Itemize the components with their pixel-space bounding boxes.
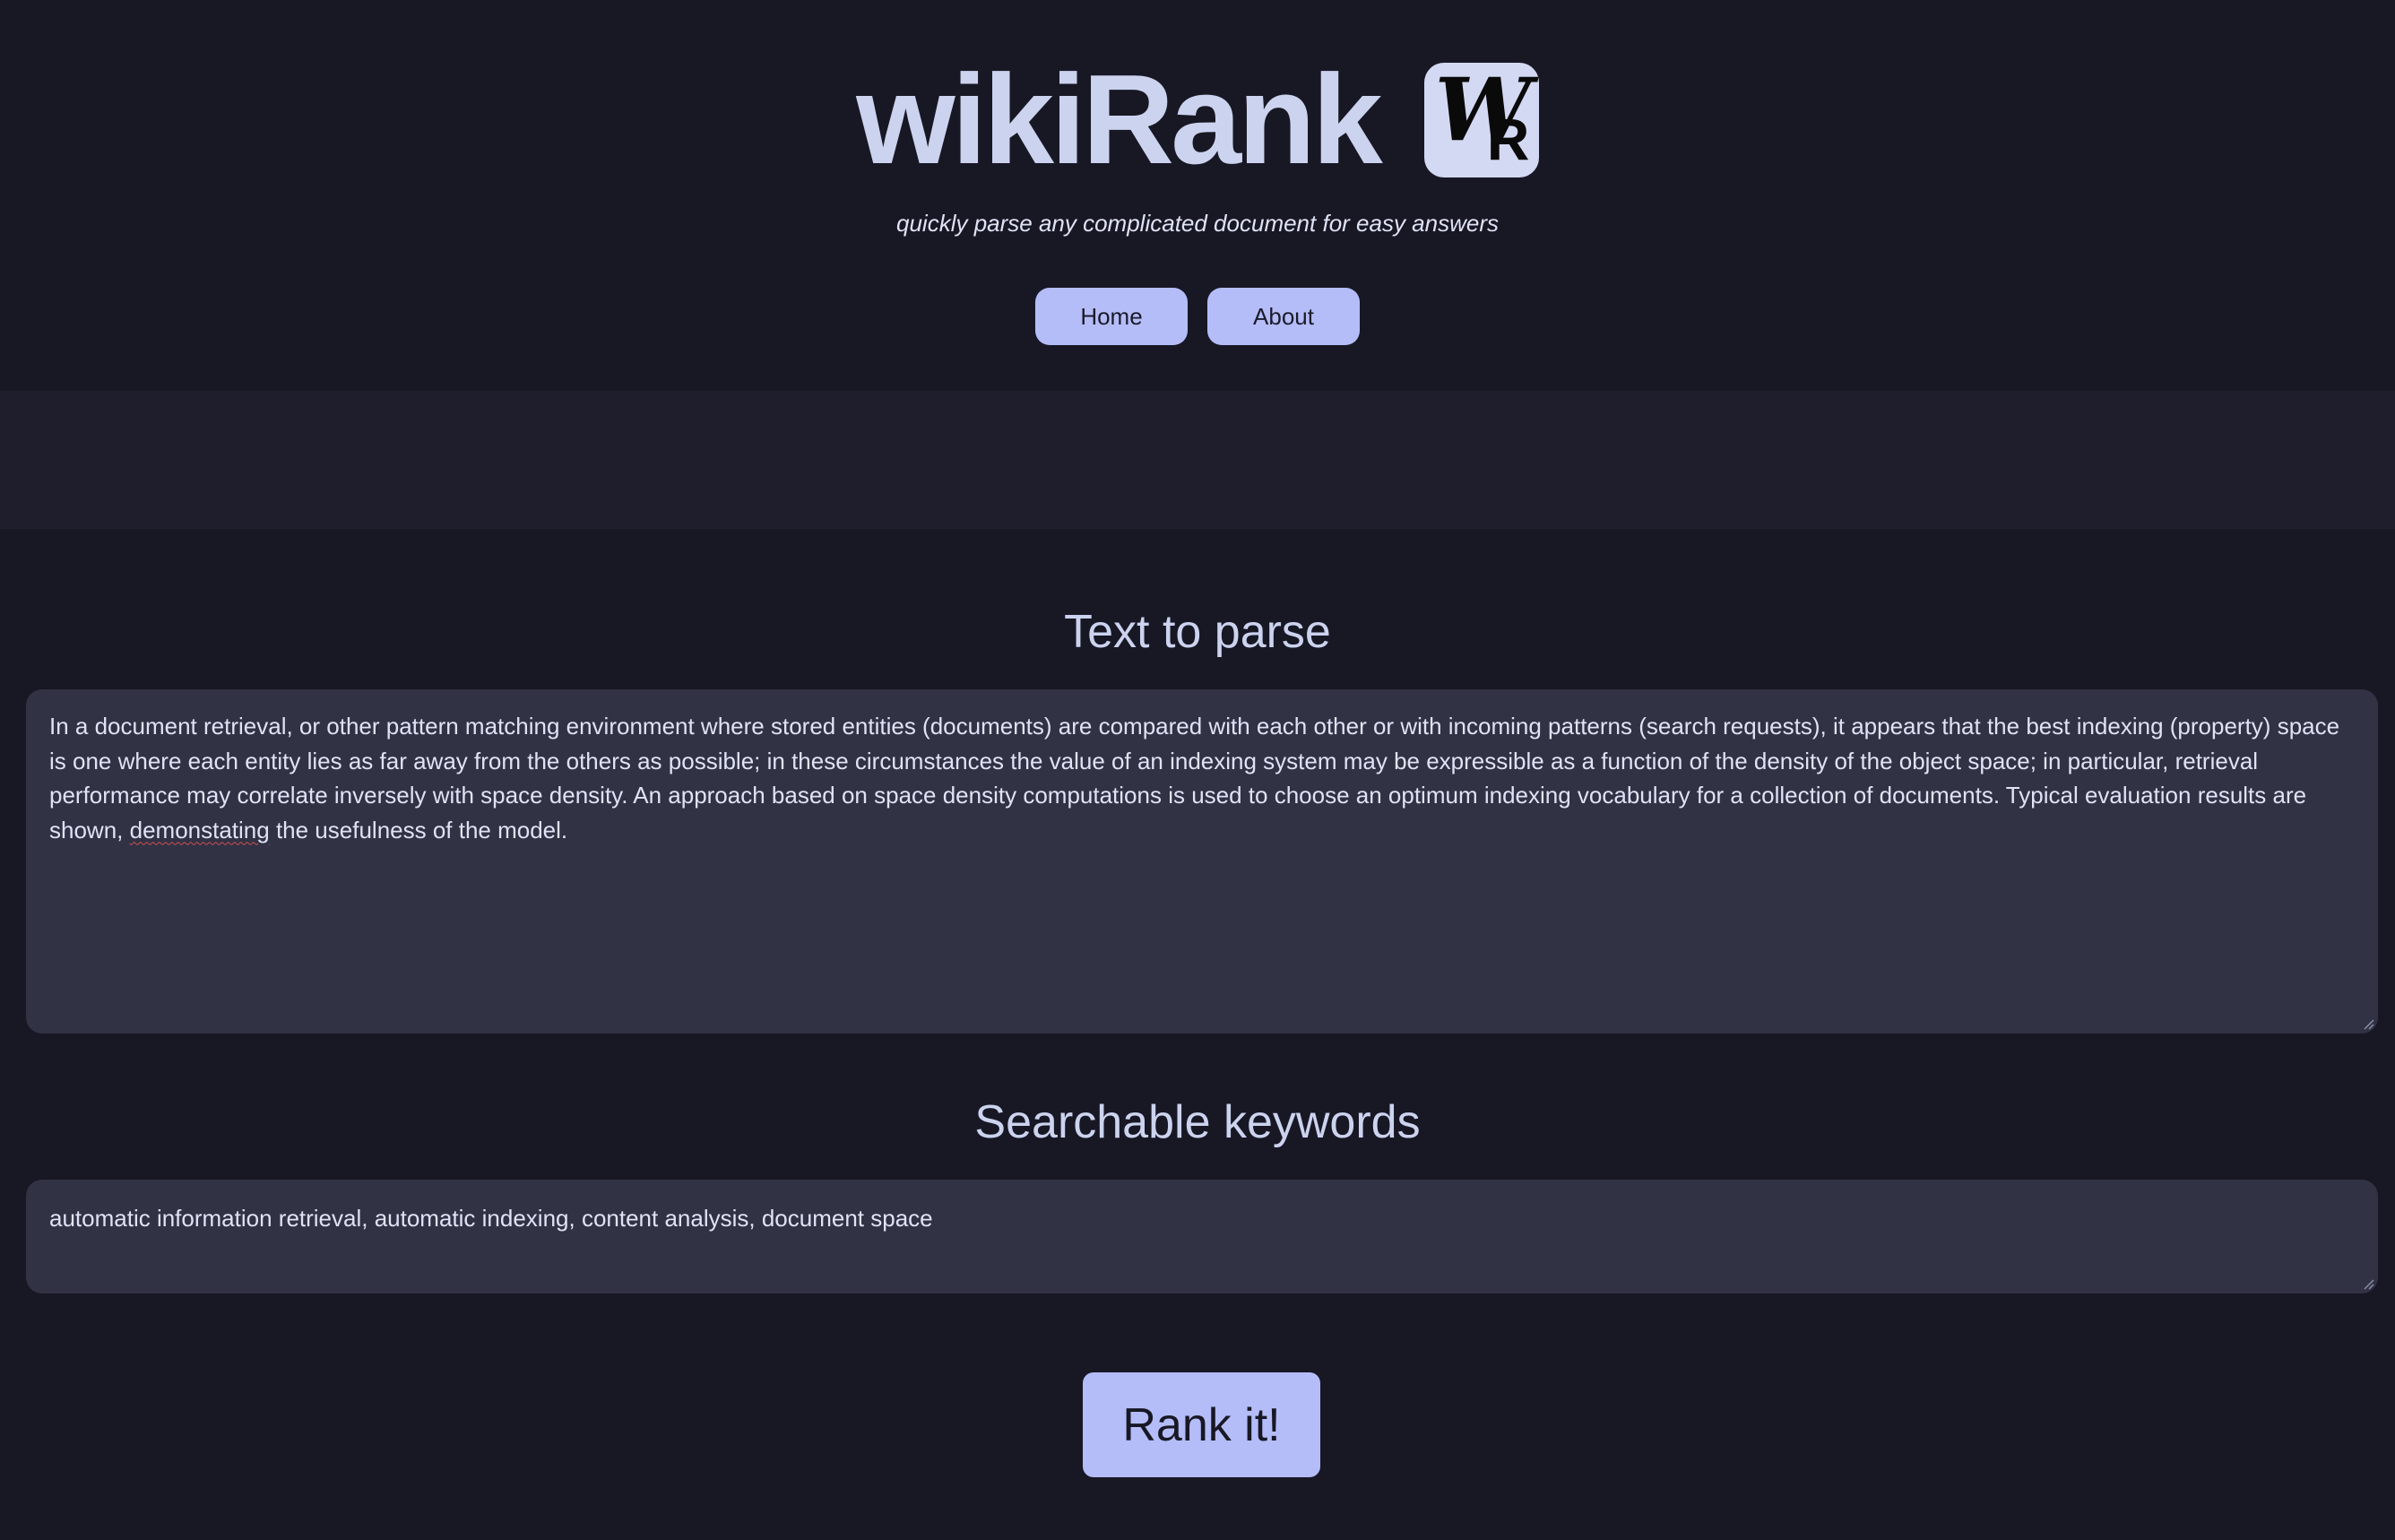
textarea-text-after: the usefulness of the model. — [269, 816, 568, 844]
text-to-parse-heading: Text to parse — [1064, 606, 1331, 658]
keywords-textarea[interactable]: automatic information retrieval, automat… — [26, 1180, 2378, 1293]
keywords-value: automatic information retrieval, automat… — [49, 1205, 933, 1232]
logo-r-letter: R — [1486, 106, 1530, 172]
tagline: quickly parse any complicated document f… — [896, 210, 1499, 237]
header-band — [0, 391, 2395, 529]
about-button[interactable]: About — [1207, 288, 1360, 345]
home-button[interactable]: Home — [1035, 288, 1188, 345]
header: wikiRank W R quickly parse any complicat… — [0, 0, 2395, 391]
misspelled-word: demonstating — [129, 816, 270, 844]
main-nav: Home About — [0, 288, 2395, 345]
wikirank-logo-icon: W R — [1423, 63, 1539, 177]
title-row: wikiRank W R — [0, 48, 2395, 192]
searchable-keywords-heading: Searchable keywords — [974, 1096, 1421, 1148]
rank-it-button[interactable]: Rank it! — [1083, 1372, 1320, 1477]
app-title: wikiRank — [856, 48, 1383, 191]
resize-grip-icon[interactable] — [2362, 1017, 2374, 1030]
resize-grip-icon[interactable] — [2362, 1277, 2374, 1290]
text-to-parse-textarea[interactable]: In a document retrieval, or other patter… — [26, 689, 2378, 1034]
